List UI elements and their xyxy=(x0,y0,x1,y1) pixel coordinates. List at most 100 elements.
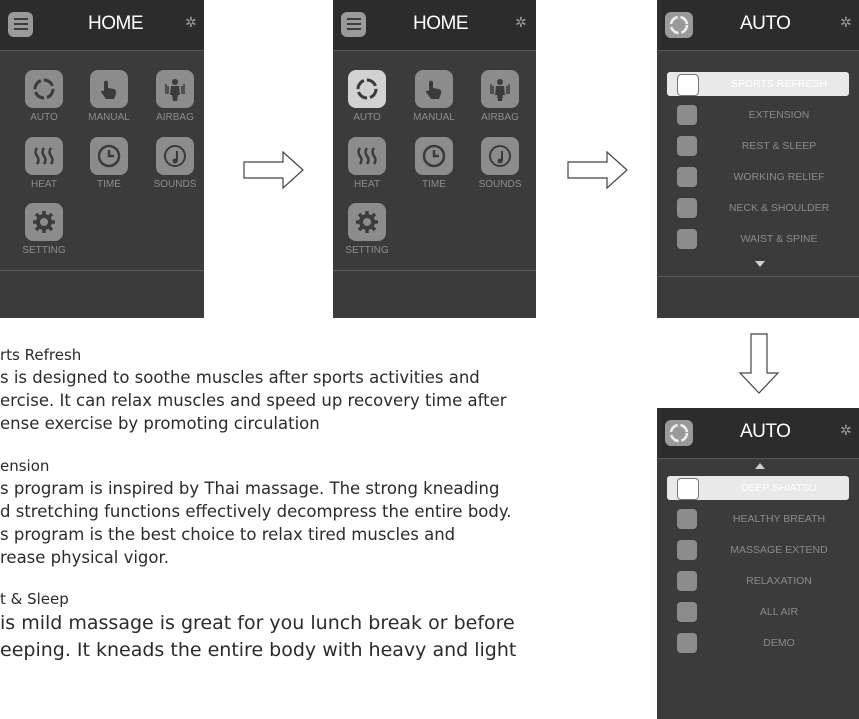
heat-waves-icon xyxy=(348,137,386,175)
scroll-down-icon[interactable] xyxy=(755,261,765,267)
menu-item-label: MANUAL xyxy=(88,112,130,123)
paragraph-line: rease physical vigor. xyxy=(0,548,169,567)
program-icon xyxy=(677,509,697,529)
section-title: rts Refresh xyxy=(0,346,82,364)
program-icon xyxy=(677,229,697,249)
program-item-healthy-breath[interactable]: HEALTHY BREATH xyxy=(667,507,849,531)
program-label: EXTENSION xyxy=(748,109,810,121)
menu-item-label: AUTO xyxy=(30,112,58,123)
menu-item-sounds[interactable]: SOUNDS xyxy=(145,137,204,190)
program-label: NECK & SHOULDER xyxy=(728,202,830,214)
program-item-extension[interactable]: EXTENSION xyxy=(667,103,849,127)
bluetooth-icon: ✲ xyxy=(840,14,852,30)
menu-item-label: HEAT xyxy=(354,179,380,190)
menu-item-heat[interactable]: HEAT xyxy=(14,137,74,190)
menu-item-manual[interactable]: MANUAL xyxy=(404,70,464,123)
menu-item-setting[interactable]: SETTING xyxy=(337,203,397,256)
program-icon xyxy=(677,167,697,187)
menu-item-label: SETTING xyxy=(345,245,389,256)
music-note-icon xyxy=(481,137,519,175)
paragraph-line: s program is inspired by Thai massage. T… xyxy=(0,479,500,498)
program-label: REST & SLEEP xyxy=(741,140,817,152)
page-title: HOME xyxy=(88,13,144,34)
hand-pointer-icon xyxy=(415,70,453,108)
divider xyxy=(333,270,536,271)
header: AUTO ✲ xyxy=(657,0,859,51)
menu-item-label: HEAT xyxy=(31,179,57,190)
menu-item-auto[interactable]: AUTO xyxy=(14,70,74,123)
menu-item-label: SETTING xyxy=(22,245,66,256)
section-title: t & Sleep xyxy=(0,590,69,608)
home-screen-2: HOME ✲ AUTO MANUAL AIRBAG HEAT TIME SOUNDS SET… xyxy=(333,0,536,318)
program-icon xyxy=(677,105,697,125)
body-airbag-icon xyxy=(481,70,519,108)
menu-item-manual[interactable]: MANUAL xyxy=(79,70,139,123)
menu-item-label: SOUNDS xyxy=(153,179,197,190)
menu-item-label: TIME xyxy=(422,179,446,190)
menu-item-sounds[interactable]: SOUNDS xyxy=(470,137,530,190)
program-label: RELAXATION xyxy=(746,575,812,587)
paragraph-line: ercise. It can relax muscles and speed u… xyxy=(0,391,507,410)
music-note-icon xyxy=(156,137,194,175)
paragraph: is mild massage is great for you lunch b… xyxy=(0,610,650,664)
paragraph-line: is mild massage is great for you lunch b… xyxy=(0,612,515,634)
menu-icon[interactable] xyxy=(8,12,33,37)
paragraph-line: s program is the best choice to relax ti… xyxy=(0,525,456,544)
program-item-all-air[interactable]: ALL AIR xyxy=(667,600,849,624)
menu-item-setting[interactable]: SETTING xyxy=(14,203,74,256)
program-item-waist-spine[interactable]: WAIST & SPINE xyxy=(667,227,849,251)
bluetooth-icon: ✲ xyxy=(840,422,852,438)
paragraph-line: s is designed to soothe muscles after sp… xyxy=(0,368,480,387)
menu-item-label: MANUAL xyxy=(413,112,455,123)
page-title: HOME xyxy=(413,13,469,34)
bluetooth-icon: ✲ xyxy=(515,14,527,30)
menu-item-time[interactable]: TIME xyxy=(79,137,139,190)
menu-item-label: AIRBAG xyxy=(156,112,194,123)
program-icon xyxy=(677,74,699,96)
header: HOME ✲ xyxy=(0,0,204,51)
program-icon xyxy=(677,633,697,653)
program-item-deep-shiatsu[interactable]: DEEP SHIATSU xyxy=(667,476,849,500)
program-label: MASSAGE EXTEND xyxy=(730,544,828,556)
home-screen-1: HOME ✲ AUTO MANUAL AIRBAG HEAT TIME SOUNDS SET… xyxy=(0,0,204,318)
menu-item-time[interactable]: TIME xyxy=(404,137,464,190)
program-label: DEEP SHIATSU xyxy=(740,482,818,494)
clock-icon xyxy=(415,137,453,175)
section-title: ension xyxy=(0,457,50,475)
program-item-neck-shoulder[interactable]: NECK & SHOULDER xyxy=(667,196,849,220)
menu-item-airbag[interactable]: AIRBAG xyxy=(145,70,204,123)
program-label: SPORTS REFRESH xyxy=(730,78,828,90)
menu-item-heat[interactable]: HEAT xyxy=(337,137,397,190)
program-item-demo[interactable]: DEMO xyxy=(667,631,849,655)
body-airbag-icon xyxy=(156,70,194,108)
auto-screen-2: AUTO ✲ DEEP SHIATSU HEALTHY BREATH MASSAGE… xyxy=(657,408,859,719)
program-item-rest-sleep[interactable]: REST & SLEEP xyxy=(667,134,849,158)
program-icon xyxy=(677,198,697,218)
paragraph-line: d stretching functions effectively decom… xyxy=(0,502,512,521)
menu-item-auto[interactable]: AUTO xyxy=(337,70,397,123)
program-item-sports-refresh[interactable]: SPORTS REFRESH xyxy=(667,72,849,96)
auto-cycle-icon[interactable] xyxy=(665,12,693,38)
program-item-relaxation[interactable]: RELAXATION xyxy=(667,569,849,593)
menu-icon[interactable] xyxy=(341,12,366,37)
header: HOME ✲ xyxy=(333,0,536,51)
menu-item-label: TIME xyxy=(97,179,121,190)
menu-item-airbag[interactable]: AIRBAG xyxy=(470,70,530,123)
program-label: WORKING RELIEF xyxy=(733,171,825,183)
auto-cycle-icon[interactable] xyxy=(665,420,693,446)
paragraph: s program is inspired by Thai massage. T… xyxy=(0,477,650,569)
program-icon xyxy=(677,478,699,500)
scroll-up-icon[interactable] xyxy=(755,463,765,469)
program-icon xyxy=(677,571,697,591)
arrow-down-icon xyxy=(738,333,780,394)
divider xyxy=(0,270,204,271)
menu-item-label: AUTO xyxy=(353,112,381,123)
menu-item-label: AIRBAG xyxy=(481,112,519,123)
paragraph-line: ense exercise by promoting circulation xyxy=(0,414,320,433)
paragraph: s is designed to soothe muscles after sp… xyxy=(0,366,650,435)
program-item-working-relief[interactable]: WORKING RELIEF xyxy=(667,165,849,189)
menu-item-label: SOUNDS xyxy=(478,179,522,190)
program-item-massage-extend[interactable]: MASSAGE EXTEND xyxy=(667,538,849,562)
program-icon xyxy=(677,540,697,560)
program-label: DEMO xyxy=(763,637,795,649)
